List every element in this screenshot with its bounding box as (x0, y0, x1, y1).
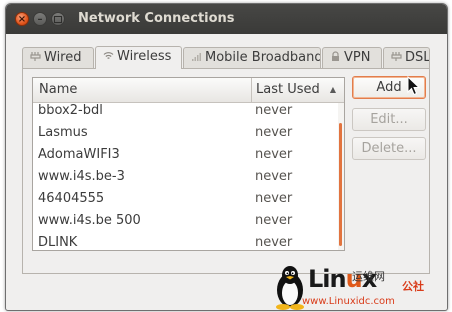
connection-name: bbox2-bdl (38, 103, 103, 118)
connection-name: DLINK (38, 235, 78, 250)
connections-list: Name Last Used ▲ bbox2-bdl never Lasmus … (32, 77, 345, 251)
scrollbar-thumb[interactable] (339, 123, 342, 246)
close-icon: × (17, 14, 27, 25)
wireless-icon (103, 52, 114, 59)
list-item[interactable]: DLINK never (33, 231, 338, 250)
edit-button[interactable]: Edit... (352, 108, 426, 131)
vpn-icon (332, 51, 339, 61)
close-button[interactable]: × (15, 12, 29, 26)
list-item[interactable]: Lasmus never (33, 121, 338, 144)
minimize-button[interactable]: – (33, 12, 47, 26)
connection-last-used: never (255, 235, 293, 250)
titlebar: × – Network Connections (6, 4, 447, 34)
delete-button[interactable]: Delete... (352, 137, 426, 160)
watermark-url: www.Linuxidc.com (302, 296, 395, 307)
connection-type-tabs: Wired Wireless Mobile Broadband VPN DSL (22, 46, 430, 69)
list-item[interactable]: www.i4s.be 500 never (33, 209, 338, 232)
maximize-icon (54, 16, 62, 23)
maximize-button[interactable] (51, 12, 65, 26)
list-item[interactable]: bbox2-bdl never (33, 99, 338, 122)
list-item[interactable]: www.i4s.be-3 never (33, 165, 338, 188)
tab-vpn[interactable]: VPN (322, 47, 382, 68)
list-scrollbar[interactable] (338, 103, 344, 250)
connection-last-used: never (255, 191, 293, 206)
connection-name: AdomaWIFI3 (38, 147, 120, 162)
minimize-icon: – (37, 14, 43, 25)
connection-name: www.i4s.be-3 (38, 169, 125, 184)
connection-last-used: never (255, 169, 293, 184)
mouse-pointer-icon (407, 76, 421, 96)
wired-icon (30, 52, 41, 61)
connection-name: www.i4s.be 500 (38, 213, 141, 228)
connection-last-used: never (255, 125, 293, 140)
connection-last-used: never (255, 147, 293, 162)
watermark-cn-site: 公社 (402, 280, 424, 293)
connection-last-used: never (255, 103, 293, 118)
connection-last-used: never (255, 213, 293, 228)
tab-wireless[interactable]: Wireless (95, 46, 182, 69)
watermark: Linux 运维网 公社 www.Linuxidc.com (272, 262, 452, 312)
list-item[interactable]: AdomaWIFI3 never (33, 143, 338, 166)
tab-dsl[interactable]: DSL (383, 47, 430, 68)
tab-wired[interactable]: Wired (22, 47, 94, 68)
mobile-broadband-icon (192, 53, 201, 61)
tab-mobile-broadband[interactable]: Mobile Broadband (183, 47, 321, 68)
watermark-cn-subtitle: 运维网 (352, 270, 385, 283)
connection-name: 46404555 (38, 191, 105, 206)
window-title: Network Connections (78, 11, 235, 26)
list-rows: bbox2-bdl never Lasmus never AdomaWIFI3 … (33, 103, 338, 250)
list-item[interactable]: 46404555 never (33, 187, 338, 210)
wireless-panel: Name Last Used ▲ bbox2-bdl never Lasmus … (22, 68, 430, 274)
dsl-icon (391, 52, 402, 61)
connection-name: Lasmus (38, 125, 88, 140)
